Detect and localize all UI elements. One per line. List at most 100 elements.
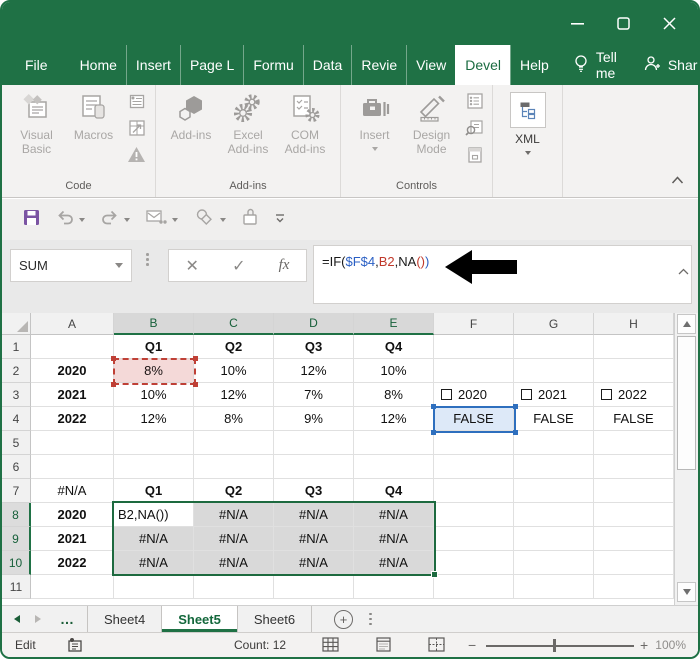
collapse-ribbon-button[interactable] [671,171,684,189]
tab-review[interactable]: Revie [351,45,406,85]
cell-c3[interactable]: 12% [194,383,274,407]
cell-h3[interactable]: 2022 [594,383,674,407]
previous-sheet-button[interactable] [14,615,20,623]
tab-file[interactable]: File [16,45,57,85]
row-header-2[interactable]: 2 [2,359,31,383]
page-break-preview-button[interactable] [428,637,445,656]
scroll-down-button[interactable] [677,582,696,602]
cell-b2[interactable]: 8% [114,359,194,383]
close-button[interactable] [646,2,692,45]
maximize-button[interactable] [600,2,646,45]
cell-f3[interactable]: 2020 [434,383,514,407]
cell-g11[interactable] [514,575,594,599]
insert-controls-button[interactable]: Insert [348,90,402,177]
cell-c6[interactable] [194,455,274,479]
cell-d3[interactable]: 7% [274,383,354,407]
cell-e10[interactable]: #N/A [354,551,434,575]
sheet-bar-drag-dots[interactable] [369,613,372,626]
cell-b1[interactable]: Q1 [114,335,194,359]
excel-add-ins-button[interactable]: Excel Add-ins [221,90,275,177]
zoom-level[interactable]: 100% [655,638,686,652]
zoom-in-button[interactable]: + [640,637,648,653]
cell-h10[interactable] [594,551,674,575]
cell-f2[interactable] [434,359,514,383]
col-header-f[interactable]: F [434,313,514,335]
save-button[interactable] [18,205,45,235]
new-sheet-button[interactable]: + [334,610,353,629]
row-header-3[interactable]: 3 [2,383,31,407]
zoom-out-button[interactable]: − [468,637,476,653]
cell-f1[interactable] [434,335,514,359]
relative-references-button[interactable] [126,119,148,141]
cell-d8[interactable]: #N/A [274,503,354,527]
run-dialog-button[interactable] [464,146,486,168]
cell-g10[interactable] [514,551,594,575]
checkbox-2020[interactable] [441,389,452,400]
col-header-c[interactable]: C [194,313,274,335]
undo-button[interactable] [51,205,90,235]
col-header-h[interactable]: H [594,313,674,335]
visual-basic-button[interactable]: Visual Basic [10,90,64,177]
cell-h4[interactable]: FALSE [594,407,674,431]
tab-data[interactable]: Data [303,45,352,85]
cell-c5[interactable] [194,431,274,455]
cell-g8[interactable] [514,503,594,527]
cell-d9[interactable]: #N/A [274,527,354,551]
row-header-5[interactable]: 5 [2,431,31,455]
cell-e9[interactable]: #N/A [354,527,434,551]
macros-button[interactable]: Macros [67,90,121,177]
cell-b10[interactable]: #N/A [114,551,194,575]
row-header-9[interactable]: 9 [2,527,31,551]
cell-b7[interactable]: Q1 [114,479,194,503]
col-header-g[interactable]: G [514,313,594,335]
sheet-tab-sheet6[interactable]: Sheet6 [237,606,312,632]
minimize-button[interactable] [554,2,600,45]
page-layout-view-button[interactable] [375,637,392,656]
insert-function-button[interactable]: fx [279,257,290,274]
cell-g6[interactable] [514,455,594,479]
cell-h7[interactable] [594,479,674,503]
cell-f4[interactable]: FALSE [434,407,514,431]
macro-security-button[interactable] [126,146,148,168]
cell-a7[interactable]: #N/A [31,479,114,503]
touch-mode-button[interactable] [237,205,263,235]
cell-g3[interactable]: 2021 [514,383,594,407]
cell-c8[interactable]: #N/A [194,503,274,527]
cell-d7[interactable]: Q3 [274,479,354,503]
cell-b8[interactable]: B2,NA()) [114,503,194,527]
cell-b4[interactable]: 12% [114,407,194,431]
cell-f9[interactable] [434,527,514,551]
redo-button[interactable] [96,205,135,235]
properties-button[interactable] [464,92,486,114]
shapes-button[interactable] [189,205,231,235]
vertical-scroll-thumb[interactable] [677,336,696,470]
zoom-slider-thumb[interactable] [553,639,556,652]
cell-a2[interactable]: 2020 [31,359,114,383]
tab-help[interactable]: Help [510,45,558,85]
cell-g4[interactable]: FALSE [514,407,594,431]
cell-b9[interactable]: #N/A [114,527,194,551]
cell-f10[interactable] [434,551,514,575]
cell-h11[interactable] [594,575,674,599]
cell-a11[interactable] [31,575,114,599]
row-header-11[interactable]: 11 [2,575,31,599]
cell-g2[interactable] [514,359,594,383]
customize-quick-access-button[interactable] [269,205,291,235]
row-header-10[interactable]: 10 [2,551,31,575]
sheet-tab-sheet4[interactable]: Sheet4 [87,606,161,632]
cell-a10[interactable]: 2022 [31,551,114,575]
cell-a5[interactable] [31,431,114,455]
cell-d11[interactable] [274,575,354,599]
cell-c11[interactable] [194,575,274,599]
cell-f8[interactable] [434,503,514,527]
cell-e1[interactable]: Q4 [354,335,434,359]
email-button[interactable] [141,205,183,235]
col-header-d[interactable]: D [274,313,354,335]
cell-e7[interactable]: Q4 [354,479,434,503]
cell-b11[interactable] [114,575,194,599]
cell-d5[interactable] [274,431,354,455]
next-sheet-button[interactable] [35,615,41,623]
add-ins-button[interactable]: Add-ins [164,90,218,177]
tell-me-button[interactable]: Tell me [558,45,633,85]
cell-a8[interactable]: 2020 [31,503,114,527]
